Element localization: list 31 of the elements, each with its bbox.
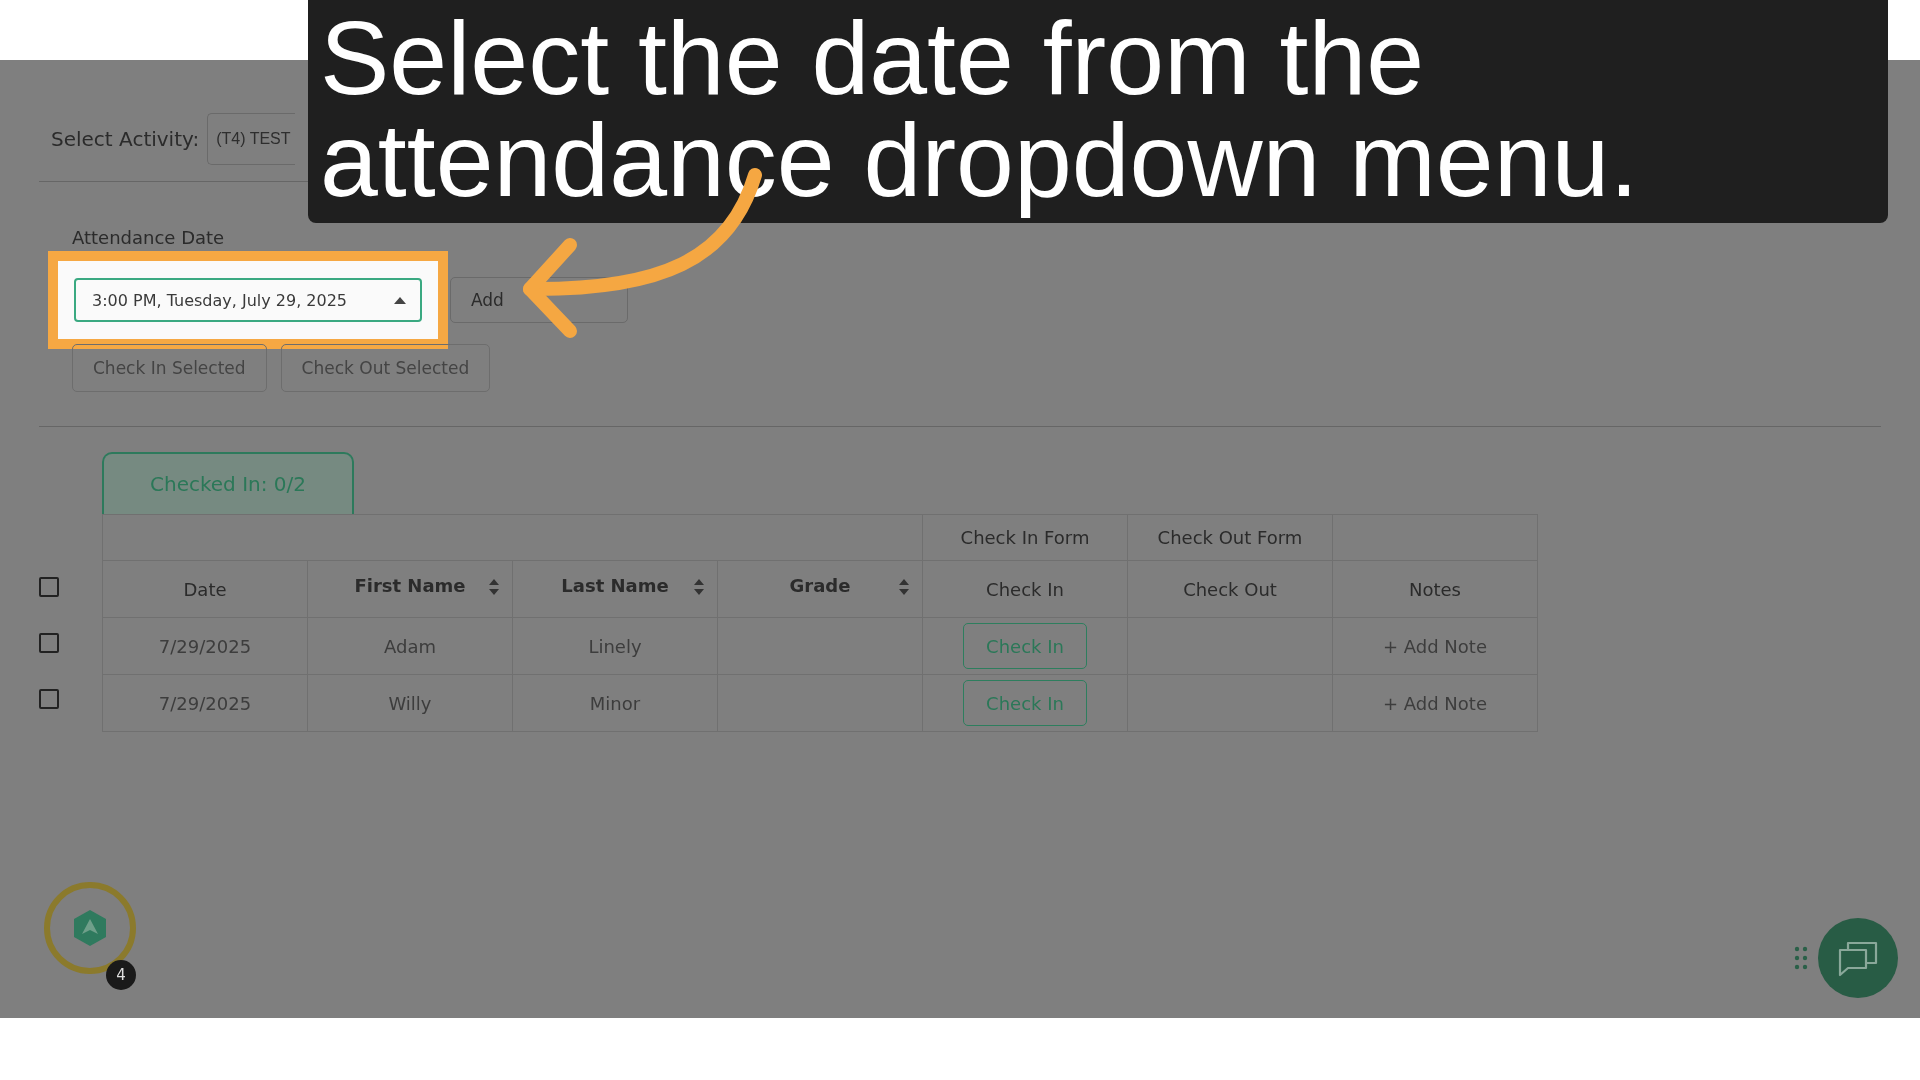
select-all-checkbox[interactable]	[39, 577, 59, 597]
activity-select[interactable]: (T4) TEST	[207, 113, 296, 165]
bulk-action-button[interactable]: Check In Selected	[72, 344, 267, 392]
drag-handle-icon[interactable]	[1794, 946, 1808, 970]
attendance-date-label: Attendance Date	[72, 227, 226, 248]
hexagon-logo-icon	[73, 910, 107, 946]
row-checkbox[interactable]	[39, 633, 59, 653]
count-badge: 4	[106, 960, 136, 990]
column-header[interactable]: Grade	[789, 574, 851, 596]
row-checkbox[interactable]	[39, 689, 59, 709]
date-select[interactable]: 3:00 PM, Tuesday, July 29, 2025	[74, 278, 422, 322]
column-header: Date	[183, 578, 227, 600]
table-cell: 7/29/2025	[102, 617, 308, 675]
checked-in-tab[interactable]: Checked In: 0/2	[102, 452, 354, 514]
table-cell: Willy	[307, 674, 513, 732]
bulk-action-button[interactable]: Check Out Selected	[280, 344, 491, 392]
group-header: Check Out Form	[1127, 514, 1333, 561]
table-cell: 7/29/2025	[102, 674, 308, 732]
column-header: Notes	[1409, 578, 1461, 600]
tutorial-caption: Select the date from the attendance dropdown menu.	[308, 0, 1888, 223]
add-button[interactable]: Add	[450, 277, 628, 323]
column-header[interactable]: Last Name	[561, 574, 669, 596]
table-cell: Linely	[512, 617, 718, 675]
add-note-link[interactable]: + Add Note	[1383, 692, 1487, 714]
table-cell: Adam	[307, 617, 513, 675]
add-note-link[interactable]: + Add Note	[1383, 635, 1487, 657]
column-header: Check Out	[1183, 578, 1277, 600]
group-header: Check In Form	[922, 514, 1128, 561]
column-header: Check In	[986, 578, 1064, 600]
table-cell: Minor	[512, 674, 718, 732]
activity-label: Select Activity:	[51, 127, 200, 151]
